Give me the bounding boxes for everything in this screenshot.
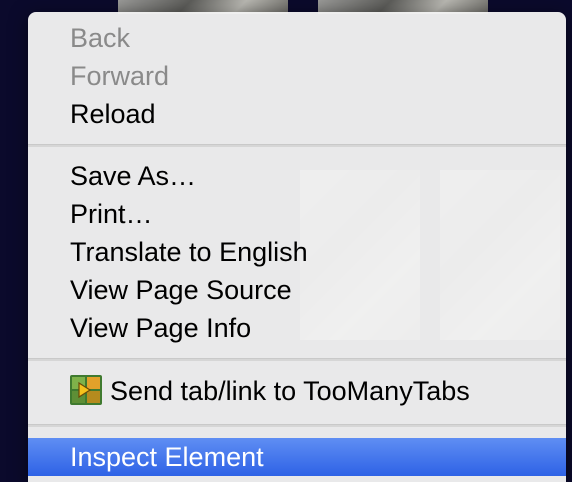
menu-item-save-as[interactable]: Save As… bbox=[28, 157, 566, 195]
menu-item-label: Send tab/link to TooManyTabs bbox=[110, 376, 470, 406]
menu-item-print[interactable]: Print… bbox=[28, 195, 566, 233]
menu-separator bbox=[28, 144, 566, 147]
menu-item-translate[interactable]: Translate to English bbox=[28, 233, 566, 271]
menu-separator bbox=[28, 358, 566, 361]
toomanytabs-icon bbox=[70, 375, 102, 406]
menu-item-send-to-toomanytabs[interactable]: Send tab/link to TooManyTabs bbox=[28, 372, 566, 410]
screen: Back Forward Reload Save As… Print… Tran… bbox=[0, 0, 572, 482]
menu-item-view-page-source[interactable]: View Page Source bbox=[28, 271, 566, 309]
menu-item-view-page-info[interactable]: View Page Info bbox=[28, 309, 566, 347]
menu-item-reload[interactable]: Reload bbox=[28, 95, 566, 133]
menu-separator bbox=[28, 424, 566, 427]
menu-item-inspect-element[interactable]: Inspect Element bbox=[28, 438, 566, 476]
menu-item-forward[interactable]: Forward bbox=[28, 57, 566, 95]
context-menu: Back Forward Reload Save As… Print… Tran… bbox=[28, 12, 566, 482]
menu-item-back[interactable]: Back bbox=[28, 19, 566, 57]
